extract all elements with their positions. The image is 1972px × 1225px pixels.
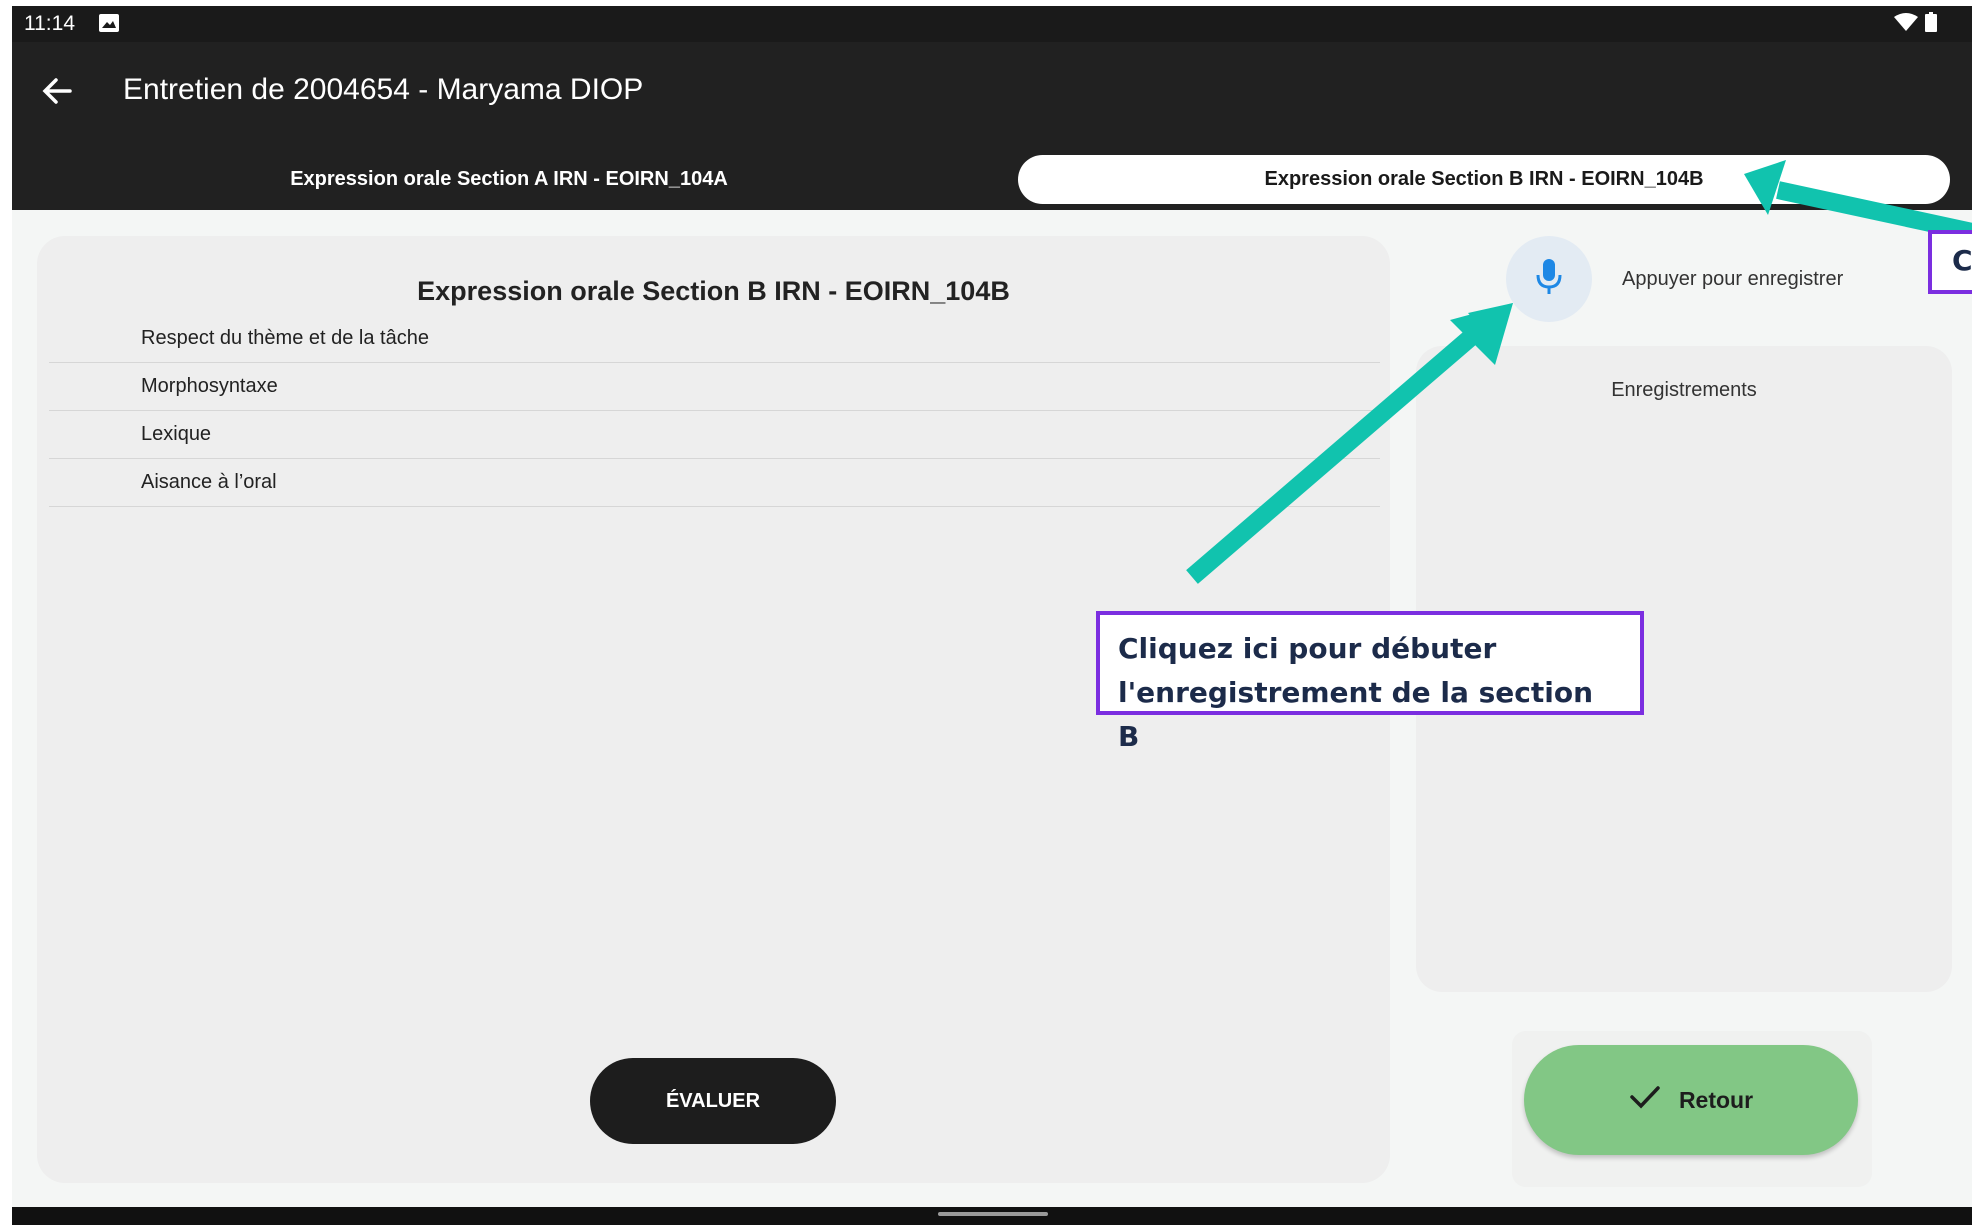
criteria-item[interactable]: Aisance à l’oral bbox=[49, 459, 1380, 507]
mic-callout-line2: l'enregistrement de la section B bbox=[1118, 676, 1594, 753]
mic-callout: Cliquez ici pour débuter l'enregistremen… bbox=[1096, 611, 1644, 753]
wifi-icon bbox=[1893, 12, 1919, 37]
mic-callout-line1: Cliquez ici pour débuter bbox=[1118, 632, 1497, 665]
check-icon bbox=[1629, 1084, 1661, 1116]
criteria-item[interactable]: Respect du thème et de la tâche bbox=[49, 315, 1380, 363]
record-hint: Appuyer pour enregistrer bbox=[1622, 268, 1844, 290]
record-button[interactable] bbox=[1506, 236, 1592, 322]
status-bar: 11:14 bbox=[12, 6, 1972, 42]
criteria-item[interactable]: Morphosyntaxe bbox=[49, 363, 1380, 411]
status-icons bbox=[1893, 12, 1937, 37]
back-arrow-icon[interactable] bbox=[40, 74, 74, 108]
retour-label: Retour bbox=[1678, 1086, 1754, 1113]
tab-section-b[interactable]: Expression orale Section B IRN - EOIRN_1… bbox=[1018, 155, 1950, 204]
status-time: 11:14 bbox=[24, 12, 75, 35]
section-title: Expression orale Section B IRN - EOIRN_1… bbox=[417, 276, 1010, 306]
criteria-list: Respect du thème et de la tâche Morphosy… bbox=[49, 315, 1380, 507]
microphone-icon bbox=[1534, 257, 1564, 302]
tab-callout: C bbox=[1928, 230, 1972, 294]
home-handle[interactable] bbox=[938, 1212, 1048, 1216]
system-nav-bar bbox=[12, 1207, 1972, 1225]
page-title: Entretien de 2004654 - Maryama DIOP bbox=[123, 73, 644, 106]
app-bar: Entretien de 2004654 - Maryama DIOP Expr… bbox=[12, 42, 1972, 210]
retour-button[interactable]: Retour bbox=[1524, 1045, 1858, 1155]
evaluate-button[interactable]: ÉVALUER bbox=[590, 1058, 836, 1144]
recordings-title: Enregistrements bbox=[1611, 379, 1757, 401]
image-icon bbox=[99, 14, 119, 37]
criteria-item[interactable]: Lexique bbox=[49, 411, 1380, 459]
app-screen: 11:14 Entretien de 2004654 - Maryama DIO… bbox=[12, 6, 1972, 1225]
tab-section-a[interactable]: Expression orale Section A IRN - EOIRN_1… bbox=[12, 155, 1006, 204]
battery-icon bbox=[1925, 12, 1937, 37]
